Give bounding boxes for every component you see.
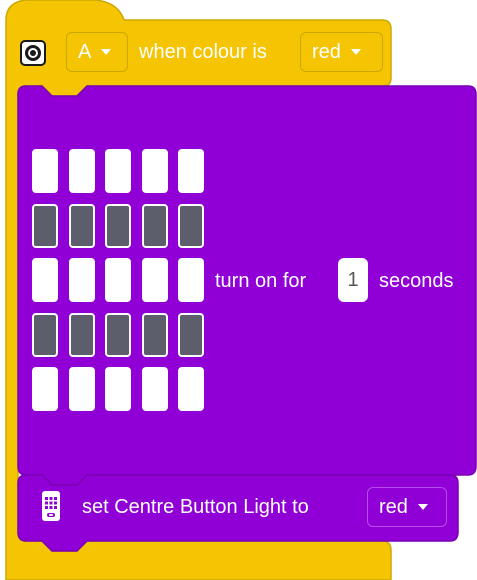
port-value: A: [78, 40, 92, 63]
matrix-pixel-on[interactable]: [68, 203, 95, 248]
matrix-pixel-off[interactable]: [141, 367, 168, 411]
block-canvas: A when colour is red turn on for 1 secon…: [0, 0, 477, 580]
hat-label: when colour is: [139, 41, 267, 63]
matrix-pixel-off[interactable]: [105, 149, 131, 193]
matrix-pixel-off[interactable]: [178, 367, 204, 411]
matrix-pixel-off[interactable]: [68, 149, 95, 193]
matrix-pixel-on[interactable]: [105, 312, 131, 357]
light-colour-dropdown[interactable]: red: [367, 487, 447, 527]
matrix-pixel-off[interactable]: [68, 258, 95, 302]
matrix-pixel-off[interactable]: [141, 149, 168, 193]
matrix-pixel-off[interactable]: [32, 149, 58, 193]
matrix-pixel-on[interactable]: [32, 312, 58, 357]
matrix-pixel-on[interactable]: [141, 203, 168, 248]
duration-input[interactable]: 1: [338, 258, 368, 302]
hub-light-icon: [38, 490, 64, 524]
matrix-pixel-off[interactable]: [105, 367, 131, 411]
matrix-pixel-on[interactable]: [105, 203, 131, 248]
matrix-pixel-off[interactable]: [32, 367, 58, 411]
seconds-label: seconds: [379, 270, 454, 292]
colour-value: red: [312, 40, 341, 63]
chevron-down-icon: [101, 49, 112, 55]
colour-dropdown[interactable]: red: [300, 32, 383, 72]
light-colour-value: red: [379, 495, 408, 518]
port-dropdown[interactable]: A: [66, 32, 128, 72]
color-sensor-icon: [20, 40, 46, 66]
matrix-pixel-off[interactable]: [68, 367, 95, 411]
matrix-pixel-on[interactable]: [32, 203, 58, 248]
matrix-pixel-on[interactable]: [178, 203, 204, 248]
matrix-pixel-on[interactable]: [68, 312, 95, 357]
chevron-down-icon: [350, 49, 361, 55]
matrix-pixel-off[interactable]: [141, 258, 168, 302]
matrix-pixel-off[interactable]: [32, 258, 58, 302]
matrix-pixel-off[interactable]: [105, 258, 131, 302]
matrix-pixel-on[interactable]: [178, 312, 204, 357]
turn-on-label: turn on for: [215, 270, 307, 292]
matrix-pixel-off[interactable]: [178, 149, 204, 193]
matrix-pixel-off[interactable]: [178, 258, 204, 302]
light-block-label: set Centre Button Light to: [82, 496, 309, 518]
matrix-pixel-on[interactable]: [141, 312, 168, 357]
chevron-down-icon: [417, 504, 428, 510]
